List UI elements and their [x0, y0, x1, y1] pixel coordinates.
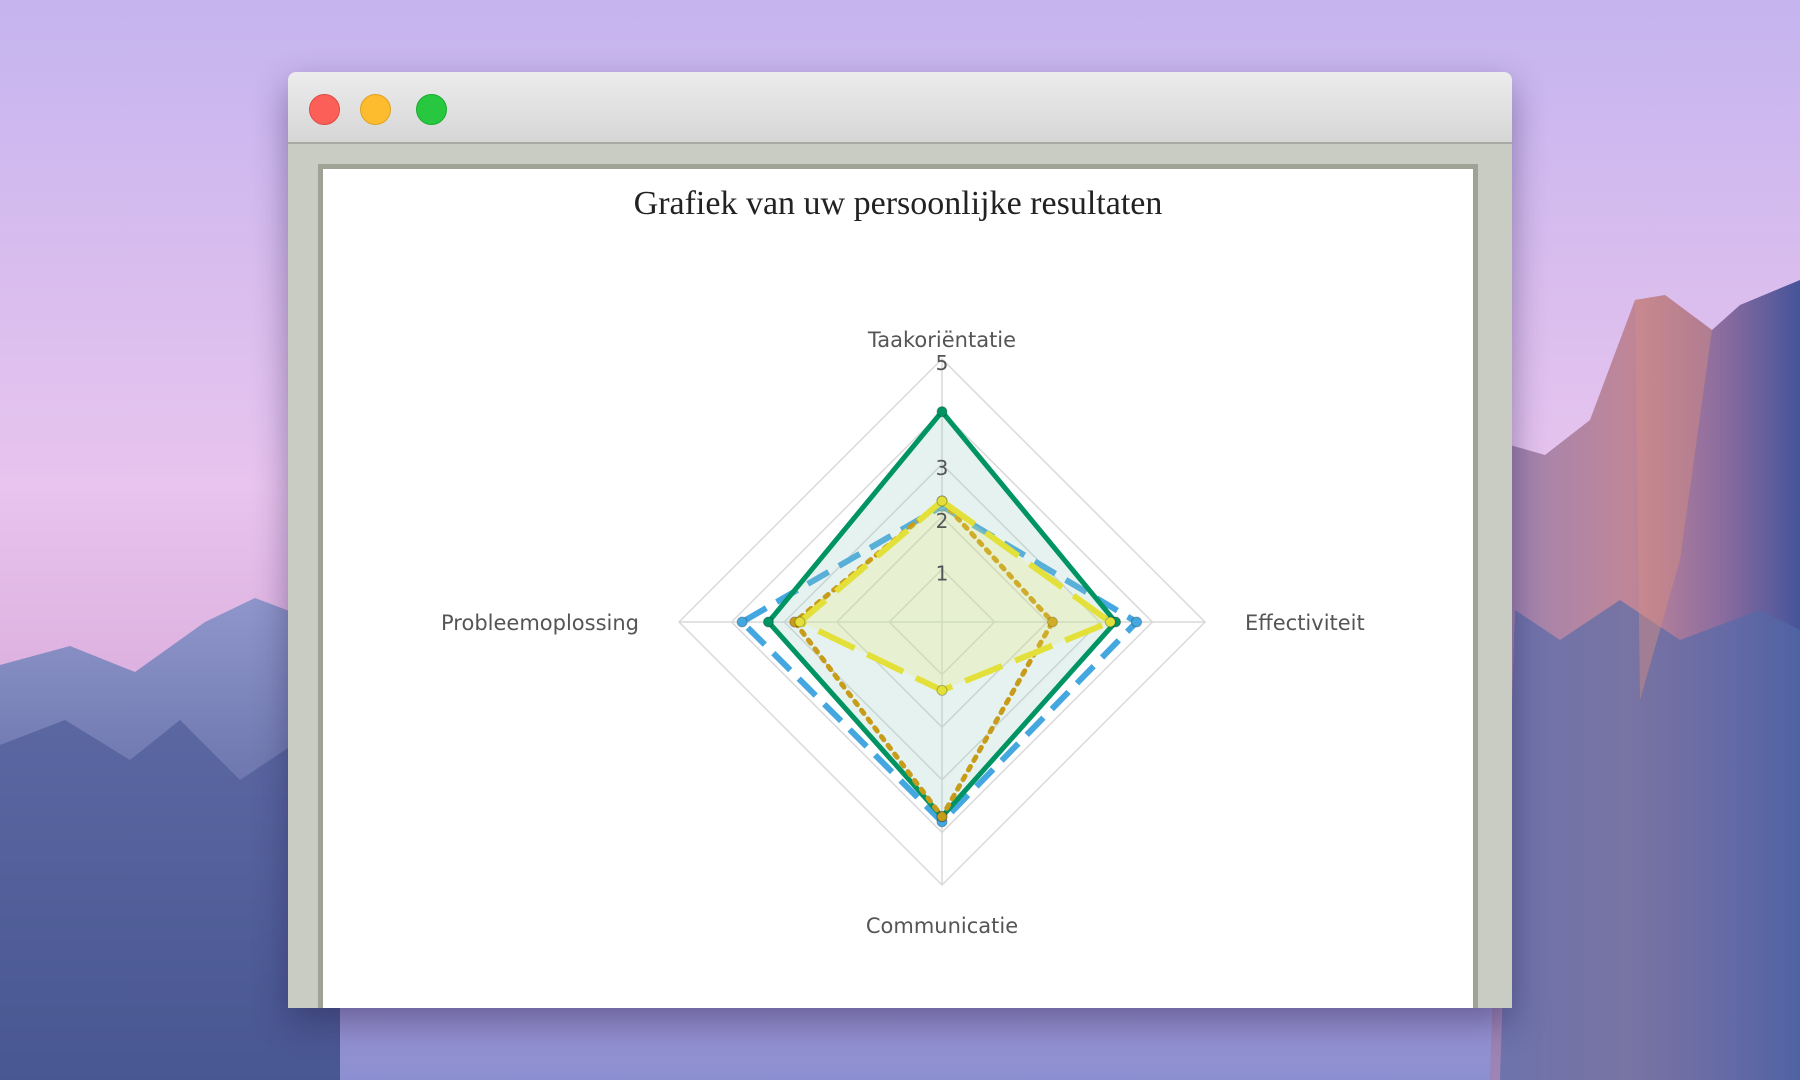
minimize-button[interactable]	[360, 94, 391, 125]
chart-panel: Grafiek van uw persoonlijke resultaten 1…	[318, 164, 1478, 1008]
axis-label: Effectiviteit	[1245, 611, 1365, 635]
data-point	[936, 495, 948, 507]
data-point	[936, 406, 948, 418]
radial-tick-label: 1	[936, 561, 949, 585]
radial-tick-label: 3	[936, 456, 949, 480]
window-titlebar[interactable]	[288, 72, 1512, 144]
radial-tick-label: 5	[936, 351, 949, 375]
app-window: Grafiek van uw persoonlijke resultaten 1…	[288, 72, 1512, 1008]
close-button[interactable]	[309, 94, 340, 125]
data-point	[936, 684, 948, 696]
data-point	[1104, 616, 1116, 628]
radar-chart: 1 2 3 5Taakoriëntatie Effectiviteit Communica…	[441, 328, 1365, 938]
axis-label: Communicatie	[866, 914, 1018, 938]
data-point	[736, 616, 748, 628]
data-point	[762, 616, 774, 628]
axis-label: Taakoriëntatie	[867, 328, 1016, 352]
data-point	[936, 811, 948, 823]
radial-tick-label: 2	[936, 509, 949, 533]
data-point	[794, 616, 806, 628]
axis-label: Probleemoplossing	[441, 611, 639, 635]
data-point	[1131, 616, 1143, 628]
zoom-button[interactable]	[416, 94, 447, 125]
